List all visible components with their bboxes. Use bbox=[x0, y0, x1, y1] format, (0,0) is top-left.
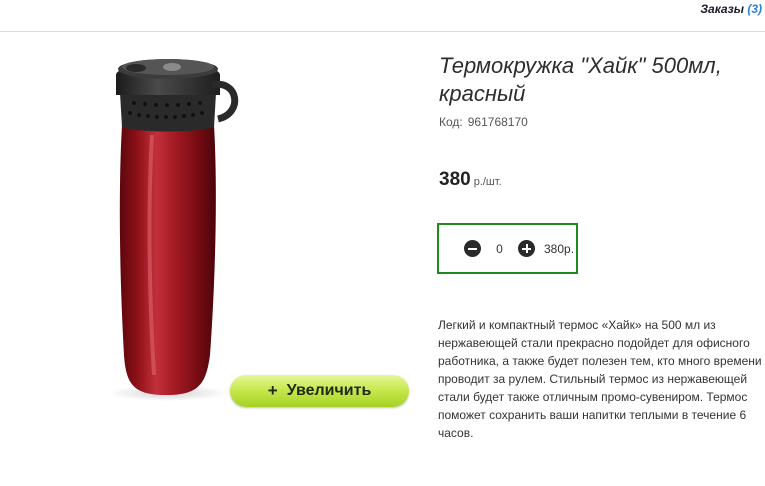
quantity-total: 380р. bbox=[544, 241, 575, 256]
sku-value: 961768170 bbox=[467, 115, 528, 129]
zoom-button[interactable]: + Увеличить bbox=[230, 375, 409, 407]
product-title: Термокружка "Хайк" 500мл, красный bbox=[439, 53, 722, 106]
minus-circle-icon[interactable] bbox=[464, 240, 481, 257]
product-image[interactable] bbox=[100, 55, 250, 415]
orders-link[interactable]: Заказы (3) bbox=[700, 2, 762, 16]
price-unit: р./шт. bbox=[473, 176, 502, 188]
product-price: 380 р./шт. bbox=[439, 169, 502, 191]
plus-circle-icon[interactable] bbox=[518, 240, 535, 257]
top-bar: Заказы (3) bbox=[0, 0, 765, 22]
orders-count: (3) bbox=[747, 2, 762, 16]
zoom-button-label: Увеличить bbox=[286, 382, 372, 399]
product-sku: Код: 961768170 bbox=[439, 115, 528, 129]
header-divider bbox=[0, 31, 765, 32]
quantity-value: 0 bbox=[496, 241, 503, 256]
price-value: 380 bbox=[439, 169, 471, 190]
product-description: Легкий и компактный термос «Хайк» на 500… bbox=[438, 318, 762, 440]
quantity-stepper: 0 380р. bbox=[437, 223, 578, 274]
zoom-plus-icon: + bbox=[267, 381, 278, 400]
sku-label: Код: bbox=[439, 115, 463, 129]
thermos-mug-image bbox=[108, 59, 239, 401]
orders-label: Заказы bbox=[700, 2, 744, 16]
